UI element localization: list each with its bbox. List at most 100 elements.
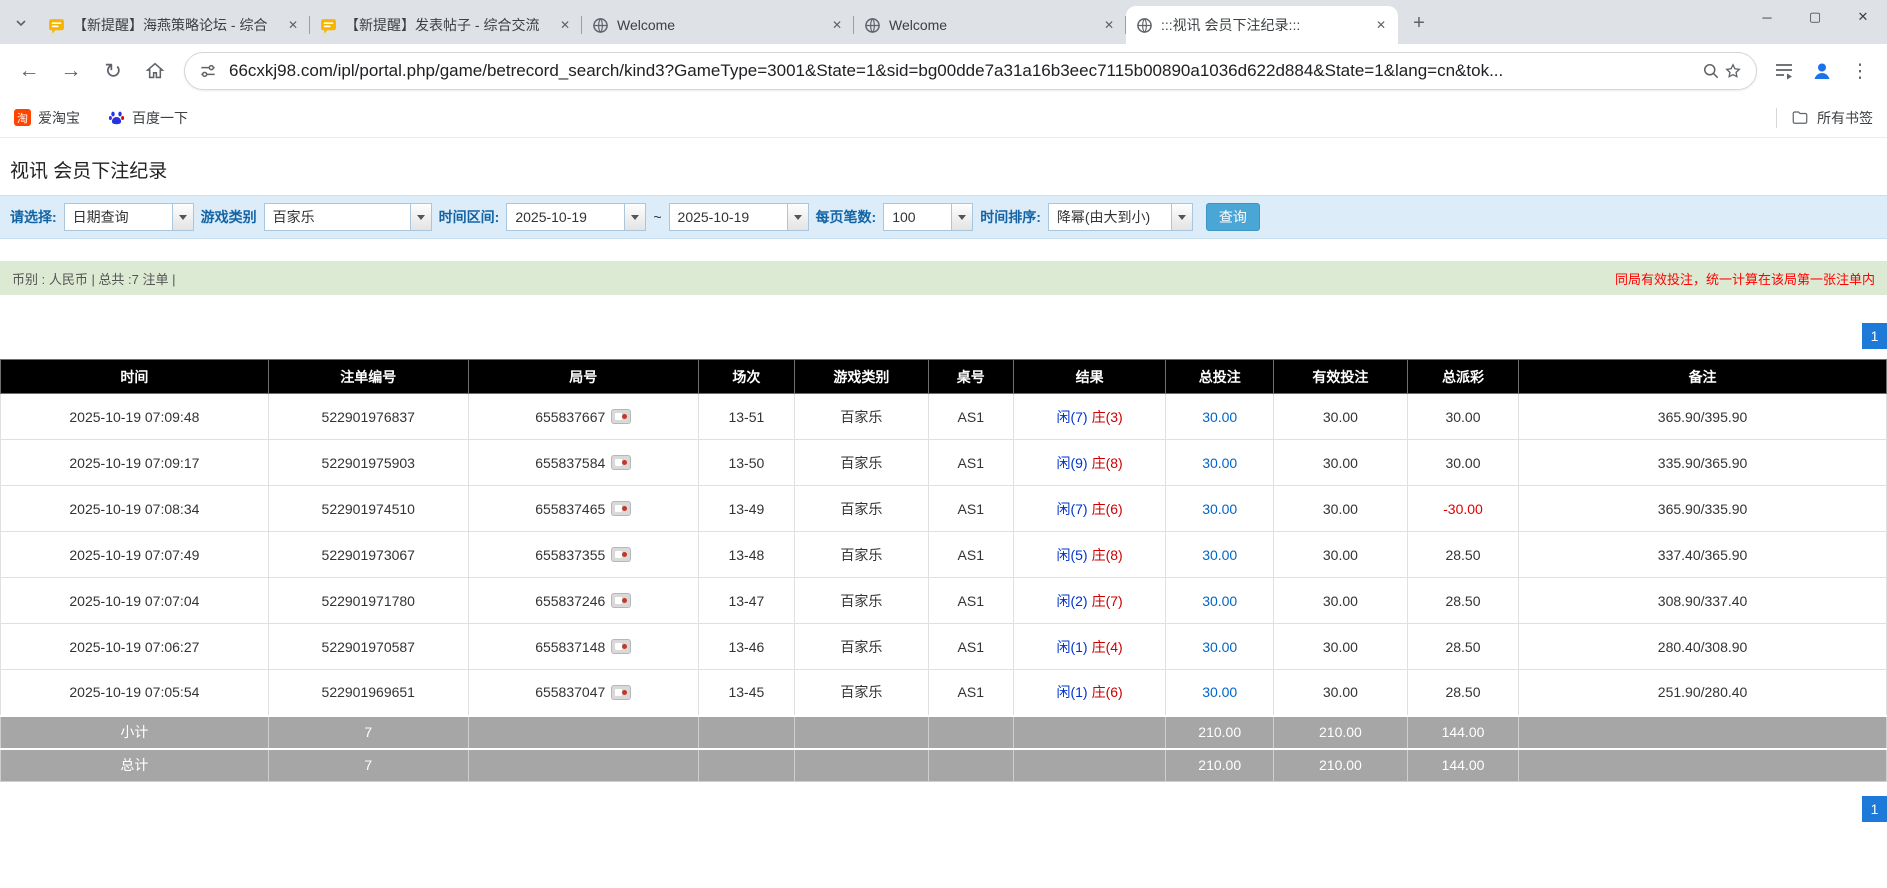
browser-tab[interactable]: 【新提醒】海燕策略论坛 - 综合 ✕ [38, 6, 310, 44]
url-text[interactable]: 66cxkj98.com/ipl/portal.php/game/betreco… [229, 61, 1690, 81]
chevron-down-icon[interactable] [1171, 204, 1192, 230]
total-bet-link[interactable]: 30.00 [1202, 639, 1237, 655]
table-number: AS1 [928, 394, 1013, 440]
minimize-button[interactable]: ─ [1743, 0, 1791, 34]
browser-tab[interactable]: :::视讯 会员下注纪录::: ✕ [1126, 6, 1398, 44]
chevron-down-icon[interactable] [172, 204, 193, 230]
result-banker: 庄(3) [1092, 409, 1123, 425]
profile-avatar[interactable] [1805, 54, 1839, 88]
forum-icon [320, 17, 337, 34]
close-button[interactable]: ✕ [1839, 0, 1887, 34]
valid-bet: 30.00 [1273, 486, 1407, 532]
table-row: 2025-10-19 07:06:27 522901970587 6558371… [1, 624, 1887, 670]
pagination-top: 1 [0, 323, 1887, 349]
page-size-label: 每页笔数: [816, 207, 877, 227]
url-bar[interactable]: 66cxkj98.com/ipl/portal.php/game/betreco… [184, 52, 1757, 90]
zoom-icon[interactable] [1700, 60, 1722, 82]
tab-close-icon[interactable]: ✕ [1372, 16, 1390, 34]
globe-icon [592, 17, 609, 34]
column-header: 总派彩 [1407, 360, 1518, 394]
session-number: 13-45 [698, 670, 794, 716]
table-number: AS1 [928, 532, 1013, 578]
bookmark-taobao[interactable]: 淘 爱淘宝 [14, 108, 80, 128]
new-tab-button[interactable]: + [1404, 8, 1434, 38]
chevron-down-icon[interactable] [410, 204, 431, 230]
tab-title: 【新提醒】发表帖子 - 综合交流 [345, 15, 550, 35]
total-bet-link[interactable]: 30.00 [1202, 593, 1237, 609]
media-queue-icon[interactable] [1767, 54, 1801, 88]
total-bet-cell: 30.00 [1166, 486, 1274, 532]
pagination-bottom: 1 [0, 796, 1887, 822]
total-bet-link[interactable]: 30.00 [1202, 455, 1237, 471]
total-bet-link[interactable]: 30.00 [1202, 684, 1237, 700]
total-bet-link[interactable]: 30.00 [1202, 501, 1237, 517]
page-number-button[interactable]: 1 [1862, 323, 1887, 349]
bet-id: 522901974510 [268, 486, 468, 532]
valid-bet: 30.00 [1273, 670, 1407, 716]
round-id-cell: 655837047 [468, 670, 698, 716]
bookmark-star-icon[interactable] [1722, 60, 1744, 82]
table-number: AS1 [928, 624, 1013, 670]
bet-time: 2025-10-19 07:08:34 [1, 486, 269, 532]
query-type-select[interactable]: 日期查询 [64, 203, 194, 231]
round-replay-icon[interactable] [611, 455, 631, 470]
total-bet-link[interactable]: 30.00 [1202, 409, 1237, 425]
round-replay-icon[interactable] [611, 593, 631, 608]
bookmark-baidu[interactable]: 百度一下 [108, 108, 188, 128]
tab-close-icon[interactable]: ✕ [284, 16, 302, 34]
game-type: 百家乐 [794, 486, 928, 532]
page-content: 视讯 会员下注纪录 请选择: 日期查询 游戏类别 百家乐 时间区间: 2025-… [0, 156, 1887, 822]
round-replay-icon[interactable] [611, 685, 631, 700]
chevron-down-icon[interactable] [951, 204, 972, 230]
round-id: 655837047 [535, 684, 605, 700]
round-id: 655837246 [535, 593, 605, 609]
tab-title: Welcome [889, 17, 1094, 33]
search-button[interactable]: 查询 [1206, 203, 1260, 231]
session-number: 13-48 [698, 532, 794, 578]
page-size-select[interactable]: 100 [883, 203, 973, 231]
table-row: 2025-10-19 07:05:54 522901969651 6558370… [1, 670, 1887, 716]
sort-select[interactable]: 降幂(由大到小) [1048, 203, 1193, 231]
round-replay-icon[interactable] [611, 409, 631, 424]
tab-close-icon[interactable]: ✕ [828, 16, 846, 34]
round-id-cell: 655837148 [468, 624, 698, 670]
home-button[interactable] [136, 52, 174, 90]
tab-close-icon[interactable]: ✕ [1100, 16, 1118, 34]
taobao-icon: 淘 [14, 109, 31, 126]
browser-tab[interactable]: Welcome ✕ [854, 6, 1126, 44]
table-number: AS1 [928, 486, 1013, 532]
result-banker: 庄(6) [1092, 501, 1123, 517]
round-id-cell: 655837246 [468, 578, 698, 624]
browser-menu-icon[interactable]: ⋮ [1843, 54, 1877, 88]
reload-button[interactable]: ↻ [94, 52, 132, 90]
page-number-button[interactable]: 1 [1862, 796, 1887, 822]
maximize-button[interactable]: ▢ [1791, 0, 1839, 34]
back-button[interactable]: ← [10, 52, 48, 90]
chevron-down-icon[interactable] [787, 204, 808, 230]
browser-tab[interactable]: Welcome ✕ [582, 6, 854, 44]
bet-id: 522901973067 [268, 532, 468, 578]
date-from-select[interactable]: 2025-10-19 [506, 203, 646, 231]
payout: 28.50 [1407, 670, 1518, 716]
round-replay-icon[interactable] [611, 547, 631, 562]
tab-search-button[interactable] [6, 8, 36, 38]
round-replay-icon[interactable] [611, 639, 631, 654]
round-replay-icon[interactable] [611, 501, 631, 516]
game-type-select[interactable]: 百家乐 [264, 203, 432, 231]
round-id: 655837355 [535, 547, 605, 563]
forward-button[interactable]: → [52, 52, 90, 90]
tab-favicon [320, 17, 337, 34]
note: 365.90/395.90 [1519, 394, 1887, 440]
all-bookmarks-button[interactable]: 所有书签 [1776, 108, 1873, 128]
result-player: 闲(7) [1056, 501, 1087, 517]
game-type: 百家乐 [794, 578, 928, 624]
tab-close-icon[interactable]: ✕ [556, 16, 574, 34]
total-bet-link[interactable]: 30.00 [1202, 547, 1237, 563]
chevron-down-icon[interactable] [624, 204, 645, 230]
total-bet-cell: 30.00 [1166, 670, 1274, 716]
browser-tab[interactable]: 【新提醒】发表帖子 - 综合交流 ✕ [310, 6, 582, 44]
site-settings-icon[interactable] [197, 60, 219, 82]
column-header: 场次 [698, 360, 794, 394]
result-player: 闲(7) [1056, 409, 1087, 425]
date-to-select[interactable]: 2025-10-19 [669, 203, 809, 231]
